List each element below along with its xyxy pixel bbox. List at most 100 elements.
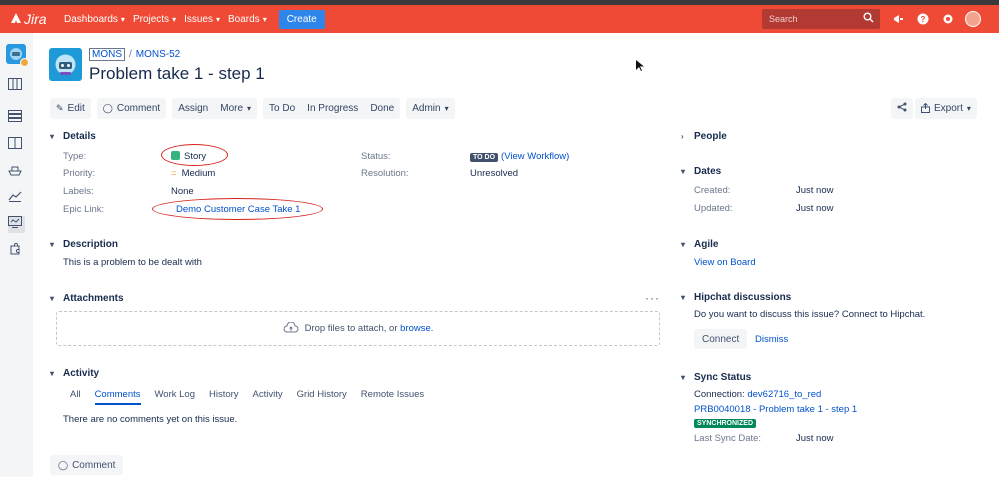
more-options-icon[interactable]: ··· (645, 291, 660, 305)
chevron-down-icon: ▾ (50, 240, 55, 249)
chevron-down-icon: ▾ (262, 14, 267, 24)
sidebar-issues-icon[interactable] (8, 216, 25, 233)
view-on-board-link[interactable]: View on Board (694, 257, 756, 268)
activity-tabs: All Comments Work Log History Activity G… (70, 389, 438, 405)
status-lozenge[interactable]: TO DO (470, 153, 499, 162)
search-input[interactable]: Search (762, 9, 880, 29)
attachments-heading[interactable]: ▾ Attachments (50, 293, 124, 304)
page-title[interactable]: Problem take 1 - step 1 (89, 64, 265, 84)
more-button[interactable]: More ▾ (214, 98, 257, 119)
nav-dashboards[interactable]: Dashboards ▾ (64, 14, 125, 25)
issue-toolbar: ✎ Edit ◯ Comment Assign More ▾ To Do In Pro… (50, 98, 461, 119)
admin-group: Admin ▾ (406, 98, 455, 119)
description-heading[interactable]: ▾ Description (50, 239, 118, 250)
agile-heading[interactable]: ▾ Agile (681, 239, 718, 250)
tab-all[interactable]: All (70, 389, 81, 405)
chevron-down-icon: ▾ (681, 293, 686, 302)
sidebar-backlog-icon[interactable] (8, 110, 25, 127)
activity-heading[interactable]: ▾ Activity (50, 368, 99, 379)
assign-button[interactable]: Assign (172, 98, 214, 119)
nav-boards[interactable]: Boards ▾ (228, 14, 267, 25)
project-avatar[interactable] (6, 44, 29, 67)
description-text[interactable]: This is a problem to be dealt with (63, 257, 202, 268)
resolution-label: Resolution: (361, 168, 409, 179)
avatar[interactable] (963, 9, 983, 29)
connect-button[interactable]: Connect (694, 329, 748, 349)
last-sync-label: Last Sync Date: (694, 433, 762, 444)
hipchat-text: Do you want to discuss this issue? Conne… (694, 309, 926, 320)
export-label: Export (934, 103, 963, 114)
highlight-oval-epic (152, 198, 323, 220)
workflow-group: To Do In Progress Done (263, 98, 401, 119)
admin-button[interactable]: Admin ▾ (406, 98, 454, 119)
add-comment-button[interactable]: ◯ Comment (50, 455, 124, 475)
resolution-value: Unresolved (470, 168, 519, 179)
dropzone-text: Drop files to attach, or (304, 323, 398, 334)
export-button[interactable]: Export ▾ (915, 98, 977, 119)
chevron-down-icon: ▾ (50, 132, 55, 141)
tab-activity[interactable]: Activity (253, 389, 283, 405)
labels-label: Labels: (63, 186, 94, 197)
details-heading[interactable]: ▾ Details (50, 131, 96, 142)
comment-button[interactable]: ◯ Comment (97, 98, 166, 119)
activity-heading-text: Activity (63, 368, 100, 379)
share-button[interactable] (891, 98, 913, 119)
attachments-heading-text: Attachments (63, 293, 124, 304)
inprogress-button[interactable]: In Progress (301, 98, 364, 119)
search-icon[interactable] (863, 12, 874, 25)
tab-history[interactable]: History (209, 389, 239, 405)
nav-projects[interactable]: Projects ▾ (133, 14, 176, 25)
admin-label: Admin (412, 103, 441, 114)
nav-issues[interactable]: Issues ▾ (184, 14, 220, 25)
toolbar-right: Export ▾ (891, 98, 979, 119)
sync-status-heading-text: Sync Status (694, 372, 752, 383)
dismiss-link[interactable]: Dismiss (755, 334, 788, 345)
sidebar-addons-icon[interactable] (8, 242, 25, 260)
todo-button[interactable]: To Do (263, 98, 301, 119)
help-icon[interactable]: ? (913, 9, 933, 29)
chevron-down-icon: ▾ (681, 373, 686, 382)
hipchat-heading-text: Hipchat discussions (694, 292, 792, 303)
sync-connection-link[interactable]: dev62716_to_red (747, 389, 821, 400)
tab-work-log[interactable]: Work Log (155, 389, 195, 405)
priority-value[interactable]: = Medium (171, 168, 215, 179)
jira-logo[interactable]: Jira (10, 11, 56, 27)
megaphone-icon[interactable] (888, 9, 908, 29)
labels-value[interactable]: None (171, 186, 194, 197)
project-badge (20, 58, 29, 67)
tab-comments[interactable]: Comments (94, 389, 141, 405)
nav-projects-label: Projects (132, 13, 170, 25)
breadcrumb: MONS / MONS-52 (89, 48, 180, 61)
sidebar-ship-icon[interactable] (8, 164, 25, 181)
tab-remote-issues[interactable]: Remote Issues (361, 389, 424, 405)
sidebar-columns-icon[interactable] (8, 137, 25, 154)
chevron-down-icon: ▾ (681, 167, 686, 176)
sync-connection-label: Connection: (694, 389, 745, 400)
sidebar-board-icon[interactable] (8, 78, 25, 95)
sidebar-reports-icon[interactable] (8, 190, 25, 207)
browse-link[interactable]: browse. (400, 323, 433, 334)
created-value: Just now (796, 185, 834, 196)
hipchat-heading[interactable]: ▾ Hipchat discussions (681, 292, 791, 303)
priority-value-text: Medium (181, 168, 216, 179)
attachment-dropzone[interactable]: Drop files to attach, or browse. (56, 311, 660, 346)
pencil-icon: ✎ (56, 103, 64, 113)
gear-icon[interactable] (938, 9, 958, 29)
sync-status-heading[interactable]: ▾ Sync Status (681, 372, 751, 383)
type-label: Type: (63, 151, 87, 162)
people-heading[interactable]: › People (681, 131, 727, 142)
nav-right-icons: ? (888, 9, 988, 29)
view-workflow-link[interactable]: (View Workflow) (501, 151, 569, 162)
breadcrumb-project[interactable]: MONS (89, 48, 125, 61)
sync-connection: Connection: dev62716_to_red (694, 389, 821, 400)
breadcrumb-issue-key[interactable]: MONS-52 (136, 49, 180, 60)
create-button[interactable]: Create (278, 9, 325, 29)
tab-grid-history[interactable]: Grid History (297, 389, 347, 405)
edit-button[interactable]: ✎ Edit (50, 98, 91, 119)
share-group (891, 98, 913, 119)
more-label: More (220, 103, 244, 114)
dates-heading[interactable]: ▾ Dates (681, 166, 721, 177)
done-button[interactable]: Done (364, 98, 400, 119)
share-icon (897, 102, 907, 115)
sync-record-link[interactable]: PRB0040018 - Problem take 1 - step 1 (694, 404, 857, 415)
